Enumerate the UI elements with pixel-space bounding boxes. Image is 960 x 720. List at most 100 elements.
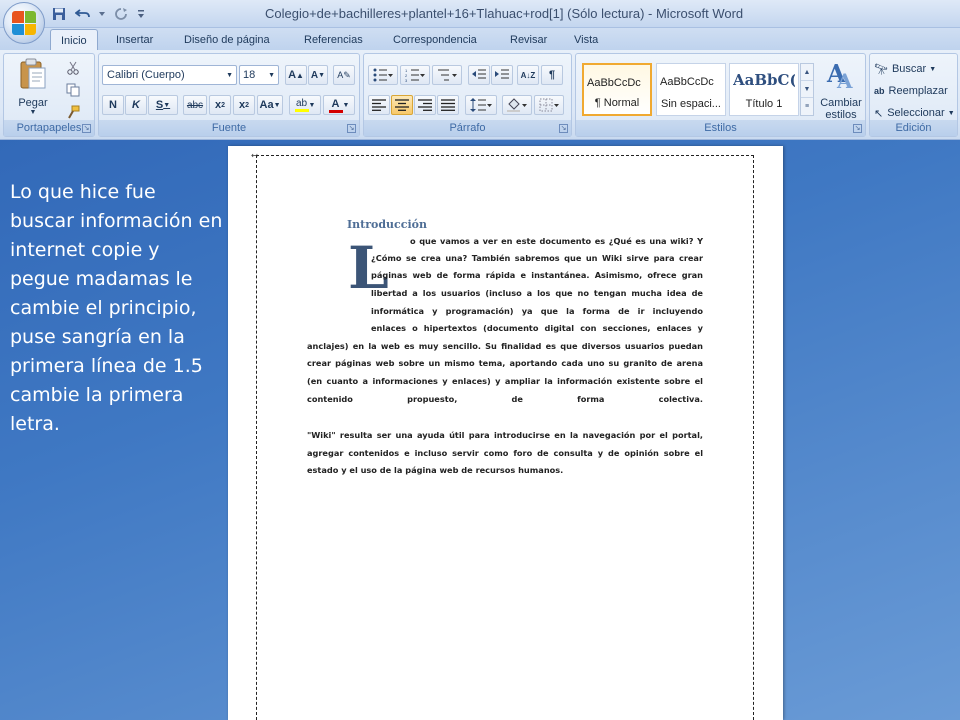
tab-revisar[interactable]: Revisar bbox=[500, 32, 557, 50]
undo-icon[interactable] bbox=[74, 5, 92, 23]
font-name-value: Calibri (Cuerpo) bbox=[107, 69, 185, 81]
change-case-icon[interactable]: Aa ▼ bbox=[257, 95, 283, 115]
select-dropdown-icon[interactable]: ▼ bbox=[948, 110, 955, 117]
shading-icon[interactable] bbox=[502, 95, 532, 115]
tab-diseno-de-pagina[interactable]: Diseño de página bbox=[174, 32, 280, 50]
format-painter-icon bbox=[68, 105, 80, 119]
change-styles-button[interactable]: A A Cambiar estilos bbox=[816, 58, 866, 121]
document-line[interactable]: (en cuanto a informaciones y enlaces) y … bbox=[307, 376, 703, 386]
style-no-spacing-sample: AaBbCcDc bbox=[660, 76, 714, 88]
bullets-icon[interactable] bbox=[368, 65, 398, 85]
styles-launcher-icon[interactable]: ↘ bbox=[853, 124, 862, 133]
document-line[interactable]: estado y el uso de la página web de recu… bbox=[307, 465, 703, 475]
line-spacing-icon[interactable] bbox=[465, 95, 497, 115]
save-icon[interactable] bbox=[50, 5, 68, 23]
styles-scroll-column: ▲ ▼ ≡ bbox=[800, 63, 814, 116]
paragraph-group: 123 A↓Z ¶ Párrafo ↘ bbox=[363, 53, 572, 137]
bold-icon[interactable]: N bbox=[102, 95, 124, 115]
justify-icon[interactable] bbox=[437, 95, 459, 115]
font-group: Calibri (Cuerpo) ▼ 18 ▼ A ▲ A ▼ A✎ N K S ▼… bbox=[98, 53, 360, 137]
numbering-icon[interactable]: 123 bbox=[400, 65, 430, 85]
office-button[interactable] bbox=[3, 2, 45, 44]
align-right-icon[interactable] bbox=[414, 95, 436, 115]
decrease-indent-icon[interactable] bbox=[468, 65, 490, 85]
clear-formatting-icon[interactable]: A✎ bbox=[333, 65, 355, 85]
style-normal-tile[interactable]: AaBbCcDc ¶ Normal bbox=[582, 63, 652, 116]
font-size-dropdown-icon[interactable]: ▼ bbox=[268, 72, 275, 79]
document-line[interactable]: informática y programación) ya que la fo… bbox=[371, 306, 703, 316]
tab-insertar[interactable]: Insertar bbox=[106, 32, 163, 50]
style-normal-name: ¶ Normal bbox=[594, 97, 640, 109]
tab-vista[interactable]: Vista bbox=[564, 32, 608, 50]
redo-icon[interactable] bbox=[112, 5, 130, 23]
underline-icon[interactable]: S ▼ bbox=[148, 95, 178, 115]
font-color-icon[interactable]: A ▼ bbox=[323, 95, 355, 115]
change-styles-label: Cambiar estilos bbox=[820, 97, 862, 121]
document-line[interactable]: o que vamos a ver en este documento es ¿… bbox=[410, 236, 703, 246]
document-page[interactable]: ↤ Introducción L o que vamos a ver en es… bbox=[228, 146, 783, 720]
font-size-value: 18 bbox=[243, 69, 256, 81]
clipboard-group-label: Portapapeles bbox=[4, 120, 94, 136]
find-button[interactable]: 🔭︎ Buscar ▼ bbox=[874, 59, 956, 79]
font-name-dropdown-icon[interactable]: ▼ bbox=[226, 72, 233, 79]
copy-button[interactable] bbox=[62, 80, 84, 100]
font-launcher-icon[interactable]: ↘ bbox=[347, 124, 356, 133]
drop-cap[interactable]: L bbox=[348, 239, 389, 297]
italic-icon[interactable]: K bbox=[125, 95, 147, 115]
show-formatting-icon[interactable]: ¶ bbox=[541, 65, 563, 85]
cursor-arrow-icon: ↖ bbox=[874, 107, 884, 120]
document-line[interactable]: contenido propuesto, de forma colectiva. bbox=[307, 394, 703, 404]
styles-scroll-down-icon[interactable]: ▼ bbox=[801, 81, 813, 98]
grow-font-icon[interactable]: A ▲ bbox=[285, 65, 307, 85]
document-line[interactable]: agregar contenidos e incluso servir como… bbox=[307, 448, 703, 458]
align-center-icon[interactable] bbox=[391, 95, 413, 115]
clipboard-group: Pegar ▼ Portapapeles ↘ bbox=[3, 53, 95, 137]
document-line[interactable]: páginas web de forma rápida e instantáne… bbox=[371, 270, 703, 280]
font-size-select[interactable]: 18 ▼ bbox=[239, 65, 279, 85]
document-line[interactable]: "Wiki" resulta ser una ayuda útil para i… bbox=[307, 430, 703, 440]
document-line[interactable]: ¿Cómo se crea una? También sabremos que … bbox=[371, 253, 703, 263]
editing-group: 🔭︎ Buscar ▼ ab Reemplazar ↖ Seleccionar … bbox=[869, 53, 958, 137]
cut-button[interactable] bbox=[62, 58, 84, 78]
document-line[interactable]: anclajes) en la web es muy sencillo. Su … bbox=[307, 341, 703, 351]
document-line[interactable]: enlaces o hipertextos (documento digital… bbox=[371, 323, 703, 333]
format-painter-button[interactable] bbox=[62, 102, 84, 122]
superscript-icon[interactable]: x2 bbox=[233, 95, 255, 115]
customize-qat-icon[interactable] bbox=[136, 5, 146, 23]
style-heading1-name: Título 1 bbox=[745, 98, 783, 110]
undo-dropdown-icon[interactable] bbox=[98, 5, 106, 23]
sort-icon[interactable]: A↓Z bbox=[517, 65, 539, 85]
style-no-spacing-tile[interactable]: AaBbCcDc Sin espaci... bbox=[656, 63, 726, 116]
find-dropdown-icon[interactable]: ▼ bbox=[929, 66, 936, 73]
editing-group-label: Edición bbox=[870, 120, 957, 136]
document-heading[interactable]: Introducción bbox=[347, 218, 427, 231]
align-left-icon[interactable] bbox=[368, 95, 390, 115]
replace-button[interactable]: ab Reemplazar bbox=[874, 81, 956, 101]
styles-group-label: Estilos bbox=[576, 120, 865, 136]
paragraph-group-label: Párrafo bbox=[364, 120, 571, 136]
clipboard-launcher-icon[interactable]: ↘ bbox=[82, 124, 91, 133]
paste-button[interactable]: Pegar ▼ bbox=[12, 58, 54, 118]
paste-dropdown-icon[interactable]: ▼ bbox=[12, 109, 54, 116]
quick-access-toolbar bbox=[50, 4, 146, 24]
paragraph-launcher-icon[interactable]: ↘ bbox=[559, 124, 568, 133]
styles-more-icon[interactable]: ≡ bbox=[801, 98, 813, 115]
increase-indent-icon[interactable] bbox=[491, 65, 513, 85]
change-styles-icon: A A bbox=[826, 59, 853, 93]
tab-inicio[interactable]: Inicio bbox=[50, 29, 98, 51]
tab-correspondencia[interactable]: Correspondencia bbox=[383, 32, 487, 50]
style-heading1-tile[interactable]: AaBbC( Título 1 bbox=[729, 63, 799, 116]
strikethrough-icon[interactable]: abc bbox=[183, 95, 207, 115]
font-name-select[interactable]: Calibri (Cuerpo) ▼ bbox=[102, 65, 237, 85]
document-line[interactable]: libertad a los usuarios (incluso a los q… bbox=[371, 288, 703, 298]
highlight-color-icon[interactable]: ab ▼ bbox=[289, 95, 321, 115]
multilevel-list-icon[interactable] bbox=[432, 65, 462, 85]
document-line[interactable]: crear páginas web sobre un mismo tema, a… bbox=[307, 358, 703, 368]
shrink-font-icon[interactable]: A ▼ bbox=[308, 65, 328, 85]
find-label: Buscar bbox=[891, 63, 927, 75]
tab-referencias[interactable]: Referencias bbox=[294, 32, 373, 50]
styles-scroll-up-icon[interactable]: ▲ bbox=[801, 64, 813, 81]
ribbon-tabs: Inicio Insertar Diseño de página Referen… bbox=[0, 28, 960, 51]
subscript-icon[interactable]: x2 bbox=[209, 95, 231, 115]
borders-icon[interactable] bbox=[534, 95, 564, 115]
